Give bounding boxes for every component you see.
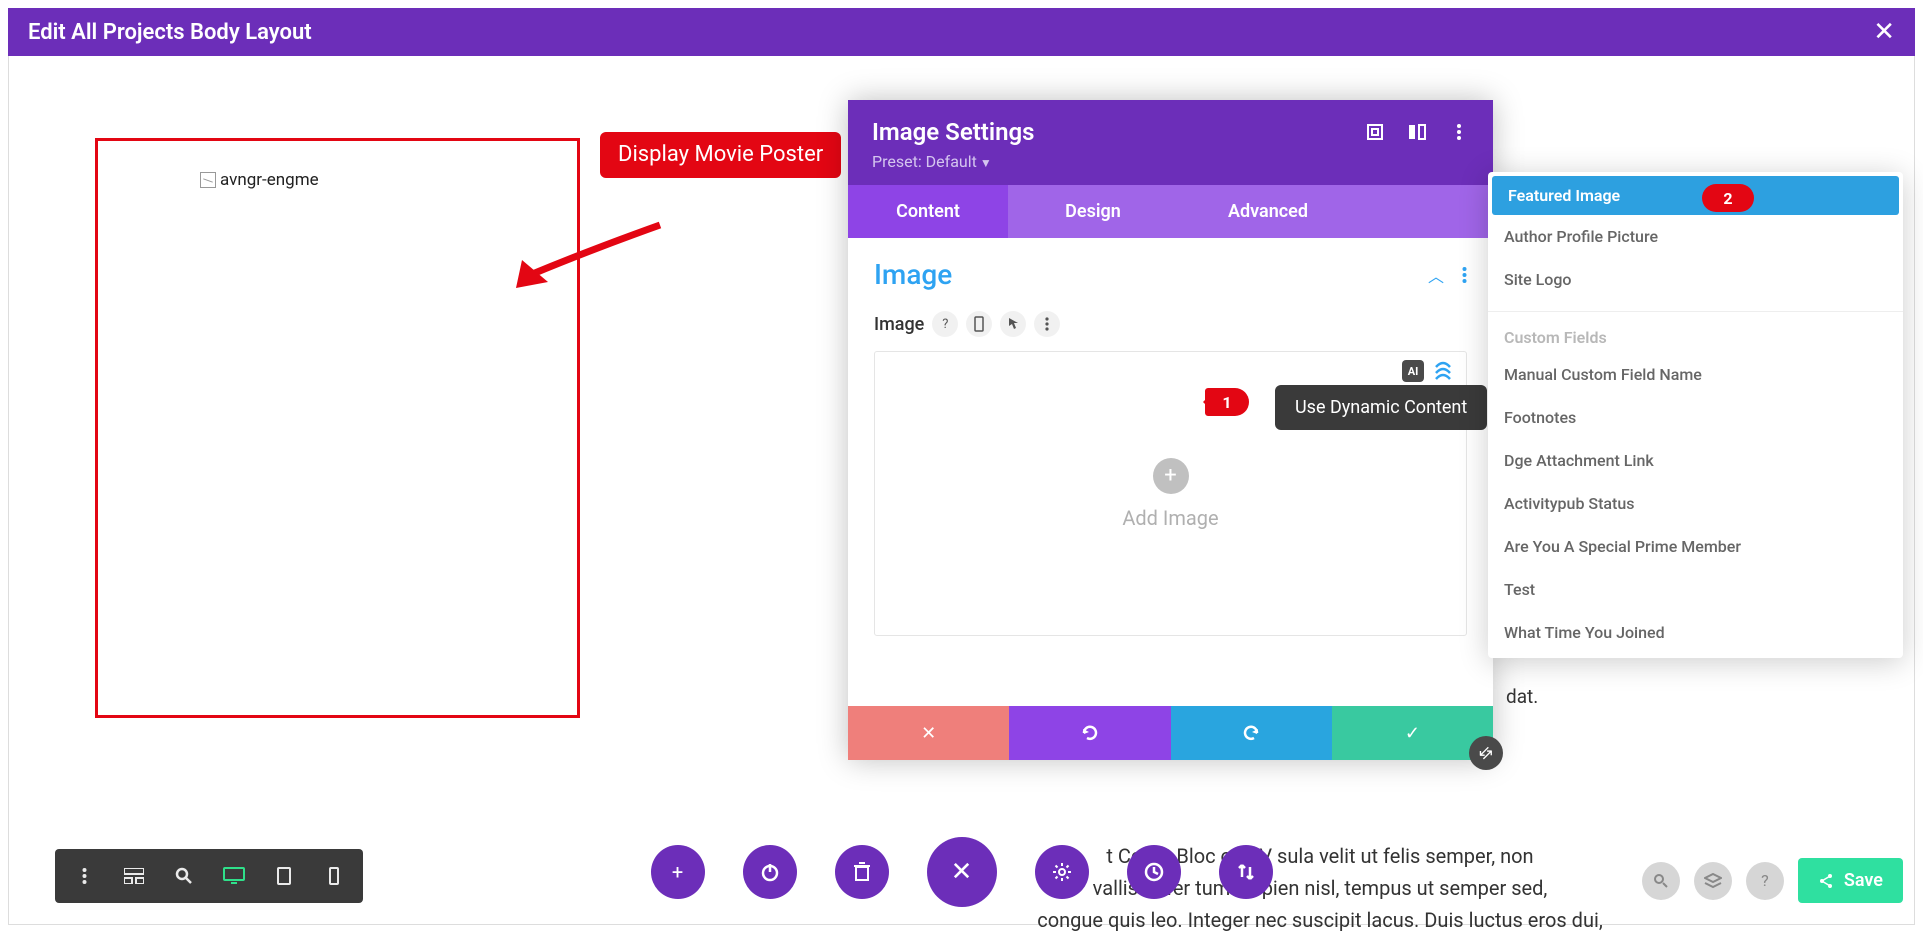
page-title: Edit All Projects Body Layout bbox=[28, 20, 312, 45]
wireframe-view-icon[interactable] bbox=[111, 857, 157, 895]
dynamic-content-icon[interactable] bbox=[1432, 360, 1454, 382]
save-area: ? Save bbox=[1642, 858, 1903, 903]
annotation-badge-1: 1 bbox=[1205, 388, 1249, 416]
image-settings-panel: Image Settings Preset: Default▼ Content … bbox=[848, 100, 1493, 760]
panel-title: Image Settings bbox=[872, 118, 1035, 146]
layers-icon[interactable] bbox=[1694, 862, 1732, 900]
bg-text-fragment-dat: dat. bbox=[1506, 685, 1538, 708]
section-more-icon[interactable] bbox=[1462, 266, 1467, 284]
more-vertical-icon[interactable] bbox=[1449, 122, 1469, 142]
dynamic-content-tooltip: Use Dynamic Content bbox=[1275, 385, 1487, 430]
page-header: Edit All Projects Body Layout ✕ bbox=[8, 8, 1915, 56]
dd-test[interactable]: Test bbox=[1488, 568, 1903, 611]
tab-content[interactable]: Content bbox=[848, 185, 1008, 238]
dd-custom-fields-header: Custom Fields bbox=[1488, 318, 1903, 353]
dd-featured-image[interactable]: Featured Image bbox=[1492, 176, 1899, 215]
image-field-label: Image bbox=[874, 314, 924, 335]
tab-advanced[interactable]: Advanced bbox=[1178, 185, 1358, 238]
page-action-bar: + ✕ bbox=[651, 837, 1273, 907]
dd-author-profile-picture[interactable]: Author Profile Picture bbox=[1488, 215, 1903, 258]
dd-what-time-joined[interactable]: What Time You Joined bbox=[1488, 611, 1903, 654]
swap-icon[interactable] bbox=[1219, 845, 1273, 899]
dd-footnotes[interactable]: Footnotes bbox=[1488, 396, 1903, 439]
dd-site-logo[interactable]: Site Logo bbox=[1488, 258, 1903, 301]
dd-special-prime-member[interactable]: Are You A Special Prime Member bbox=[1488, 525, 1903, 568]
phone-view-icon[interactable] bbox=[311, 857, 357, 895]
preset-selector[interactable]: Preset: Default▼ bbox=[872, 152, 1469, 171]
panel-header: Image Settings Preset: Default▼ bbox=[848, 100, 1493, 185]
find-icon[interactable] bbox=[1642, 862, 1680, 900]
cancel-button[interactable]: ✕ bbox=[848, 706, 1009, 760]
preset-label: Preset: Default bbox=[872, 152, 977, 171]
dd-manual-custom-field[interactable]: Manual Custom Field Name bbox=[1488, 353, 1903, 396]
close-icon[interactable]: ✕ bbox=[1873, 17, 1895, 47]
tablet-view-icon[interactable] bbox=[261, 857, 307, 895]
snap-columns-icon[interactable] bbox=[1407, 122, 1427, 142]
add-image-plus-icon[interactable]: + bbox=[1153, 458, 1189, 494]
image-field-row: Image ? bbox=[848, 301, 1493, 337]
broken-image-icon bbox=[200, 172, 216, 188]
dropdown-separator bbox=[1488, 311, 1903, 312]
redo-button[interactable] bbox=[1171, 706, 1332, 760]
tab-design[interactable]: Design bbox=[1008, 185, 1178, 238]
image-module-outline[interactable] bbox=[95, 138, 580, 718]
chevron-up-icon[interactable]: ︿ bbox=[1428, 263, 1444, 287]
annotation-arrow bbox=[510, 220, 670, 300]
help-circle-icon[interactable]: ? bbox=[1746, 862, 1784, 900]
add-image-label: Add Image bbox=[1122, 506, 1218, 530]
save-button[interactable]: Save bbox=[1798, 858, 1903, 903]
annotation-badge-2: 2 bbox=[1702, 184, 1754, 212]
desktop-view-icon[interactable] bbox=[211, 857, 257, 895]
broken-image-alt: avngr-engme bbox=[220, 170, 319, 190]
section-title: Image bbox=[874, 258, 952, 291]
view-toolbar bbox=[55, 849, 363, 903]
panel-footer: ✕ ✓ bbox=[848, 706, 1493, 760]
save-label: Save bbox=[1844, 870, 1883, 891]
phone-icon[interactable] bbox=[966, 311, 992, 337]
gear-icon[interactable] bbox=[1035, 845, 1089, 899]
close-editor-button[interactable]: ✕ bbox=[927, 837, 997, 907]
hover-icon[interactable] bbox=[1000, 311, 1026, 337]
zoom-icon[interactable] bbox=[161, 857, 207, 895]
undo-button[interactable] bbox=[1009, 706, 1170, 760]
ai-icon[interactable]: AI bbox=[1402, 360, 1424, 382]
caret-down-icon: ▼ bbox=[980, 156, 992, 170]
expand-icon[interactable] bbox=[1365, 122, 1385, 142]
dd-dge-attachment-link[interactable]: Dge Attachment Link bbox=[1488, 439, 1903, 482]
trash-icon[interactable] bbox=[835, 845, 889, 899]
toolbar-more-icon[interactable] bbox=[61, 857, 107, 895]
dynamic-content-dropdown: Featured Image Author Profile Picture Si… bbox=[1488, 172, 1903, 658]
field-more-icon[interactable] bbox=[1034, 311, 1060, 337]
broken-image-placeholder: avngr-engme bbox=[200, 170, 319, 190]
settings-tabs: Content Design Advanced bbox=[848, 185, 1493, 238]
history-icon[interactable] bbox=[1127, 845, 1181, 899]
add-module-button[interactable]: + bbox=[651, 845, 705, 899]
section-image[interactable]: Image ︿ bbox=[848, 238, 1493, 301]
bg-text-line3: congue quis leo. Integer nec suscipit la… bbox=[1037, 908, 1603, 932]
save-sparkle-icon bbox=[1818, 872, 1836, 890]
dd-activitypub-status[interactable]: Activitypub Status bbox=[1488, 482, 1903, 525]
help-icon[interactable]: ? bbox=[932, 311, 958, 337]
power-icon[interactable] bbox=[743, 845, 797, 899]
annotation-callout: Display Movie Poster bbox=[600, 132, 841, 178]
